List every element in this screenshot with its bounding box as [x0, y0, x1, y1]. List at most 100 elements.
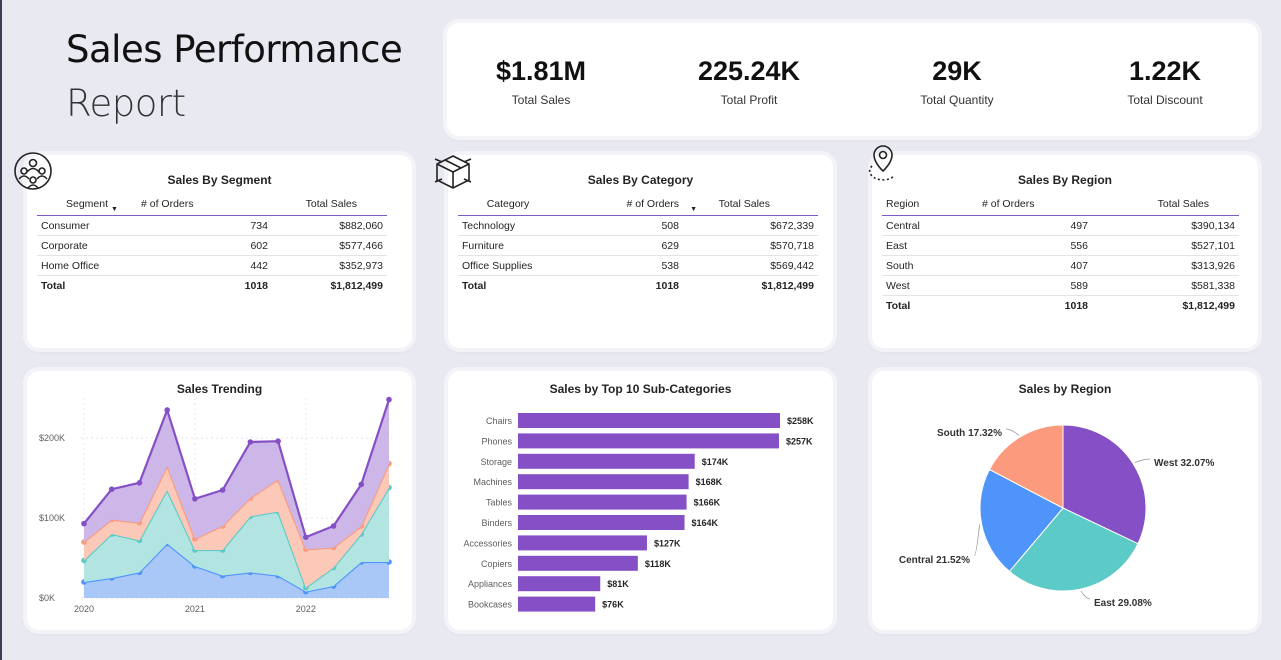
segment-cell: Home Office [37, 255, 137, 276]
category-cell: Technology [458, 215, 558, 236]
bar-data-label: $257K [786, 436, 813, 446]
total-orders: 1018 [962, 295, 1092, 315]
column-header-orders[interactable]: # of Orders ▼ [558, 193, 697, 216]
sales-trending-card: Sales Trending $0K $100K $200K 2020 2021 2022 [27, 371, 412, 630]
region-pie-card: Sales by Region West 32.07% East 29.08% Ce… [872, 371, 1258, 630]
data-point [81, 520, 87, 527]
orders-cell: 508 [558, 215, 683, 236]
table-row[interactable]: East 556 $527,101 [882, 235, 1239, 256]
users-group-icon [12, 150, 54, 197]
total-label: Total [882, 295, 962, 315]
table-row[interactable]: Consumer 734 $882,060 [37, 215, 387, 236]
sales-cell: $570,718 [683, 235, 818, 256]
bar [518, 453, 695, 469]
sales-trending-chart[interactable]: $0K $100K $200K 2020 2021 2022 [27, 371, 412, 630]
kpi-value: 1.22K [1128, 56, 1202, 86]
table-header-row: Region # of Orders Total Sales [882, 193, 1239, 216]
y-tick-label: $100K [39, 513, 65, 523]
kpi-total-discount[interactable]: 1.22K Total Discount [1065, 23, 1265, 107]
region-cell: East [882, 235, 962, 256]
data-point [108, 486, 115, 492]
column-header-sales[interactable]: Total Sales [683, 193, 818, 216]
orders-cell: 734 [137, 215, 272, 236]
table-row[interactable]: Furniture 629 $570,718 [458, 235, 818, 256]
bar-category-label: Accessories [463, 538, 512, 548]
column-header-sales[interactable]: Total Sales [1092, 193, 1239, 216]
kpi-label: Total Discount [1127, 93, 1203, 107]
kpi-total-profit[interactable]: 225.24K Total Profit [649, 23, 849, 107]
kpi-total-quantity[interactable]: 29K Total Quantity [857, 23, 1057, 107]
table-row[interactable]: Home Office 442 $352,973 [37, 255, 387, 276]
y-tick-label: $0K [39, 593, 55, 603]
column-header-sales[interactable]: Total Sales [272, 193, 387, 216]
kpi-card: $1.81M Total Sales 225.24K Total Profit … [447, 23, 1258, 136]
pie-leader-line [1134, 458, 1151, 463]
kpi-value: $1.81M [495, 56, 587, 86]
bar-category-label: Copiers [481, 559, 513, 569]
orders-cell: 538 [558, 255, 683, 276]
category-table-card: Sales By Category Category # of Orders ▼ … [448, 155, 833, 348]
subcategory-card: Sales by Top 10 Sub-Categories Chairs $25… [448, 371, 833, 630]
sales-cell: $569,442 [683, 255, 818, 276]
sales-cell: $527,101 [1092, 235, 1239, 256]
column-header-orders[interactable]: # of Orders [962, 193, 1092, 216]
data-point [303, 534, 309, 540]
table-row[interactable]: Central 497 $390,134 [882, 215, 1239, 236]
pie-data-label: West 32.07% [1154, 458, 1215, 469]
bar [518, 494, 687, 510]
orders-cell: 497 [962, 215, 1092, 236]
orders-cell: 602 [137, 235, 272, 256]
pie-data-label: East 29.08% [1094, 598, 1152, 609]
kpi-label: Total Quantity [920, 93, 994, 107]
total-orders: 1018 [558, 275, 683, 295]
category-cell: Office Supplies [458, 255, 558, 276]
region-table-title: Sales By Region [1017, 173, 1113, 187]
region-table: Region # of Orders Total Sales Central 49… [882, 193, 1239, 315]
data-point [386, 396, 392, 403]
bar-data-label: $81K [607, 579, 629, 589]
table-row[interactable]: Corporate 602 $577,466 [37, 235, 387, 256]
bar [518, 535, 647, 551]
pie-leader-line [1005, 428, 1020, 436]
package-icon [432, 152, 474, 197]
x-tick-label: 2022 [296, 604, 316, 614]
bar [518, 474, 689, 490]
total-sales: $1,812,499 [683, 275, 818, 295]
x-tick-label: 2020 [74, 604, 94, 614]
bar-category-label: Binders [481, 518, 512, 528]
region-cell: South [882, 255, 962, 276]
table-row[interactable]: West 589 $581,338 [882, 275, 1239, 296]
table-row[interactable]: South 407 $313,926 [882, 255, 1239, 276]
category-table-title: Sales By Category [587, 173, 694, 187]
table-total-row: Total 1018 $1,812,499 [37, 275, 387, 295]
kpi-total-sales[interactable]: $1.81M Total Sales [441, 23, 641, 107]
pie-leader-line [973, 524, 980, 557]
orders-cell: 556 [962, 235, 1092, 256]
data-point [136, 480, 143, 486]
table-header-row: Segment ▼ # of Orders Total Sales [37, 193, 387, 216]
data-point [330, 523, 337, 529]
region-pie-chart[interactable]: West 32.07% East 29.08% Central 21.52% Sout… [872, 371, 1258, 630]
bar [518, 596, 596, 612]
table-row[interactable]: Technology 508 $672,339 [458, 215, 818, 236]
kpi-value: 29K [932, 56, 982, 86]
table-total-row: Total 1018 $1,812,499 [458, 275, 818, 295]
data-point [358, 481, 365, 488]
bar-data-label: $118K [645, 559, 672, 569]
total-orders: 1018 [137, 275, 272, 295]
bar-data-label: $127K [654, 538, 681, 548]
table-row[interactable]: Office Supplies 538 $569,442 [458, 255, 818, 276]
pie-leader-line [1080, 590, 1091, 600]
data-point [247, 439, 254, 445]
location-pin-icon [858, 142, 898, 197]
category-table: Category # of Orders ▼ Total Sales Techno… [458, 193, 818, 295]
window-left-edge [0, 0, 2, 660]
subcategory-bar-chart[interactable]: Chairs $258K Phones $257K Storage $174K Machin… [448, 371, 833, 630]
segment-cell: Consumer [37, 215, 137, 236]
total-sales: $1,812,499 [1092, 295, 1239, 315]
orders-cell: 407 [962, 255, 1092, 276]
column-header-orders[interactable]: # of Orders [137, 193, 272, 216]
sales-cell: $390,134 [1092, 215, 1239, 236]
bar-data-label: $166K [694, 498, 721, 508]
sales-cell: $313,926 [1092, 255, 1239, 276]
